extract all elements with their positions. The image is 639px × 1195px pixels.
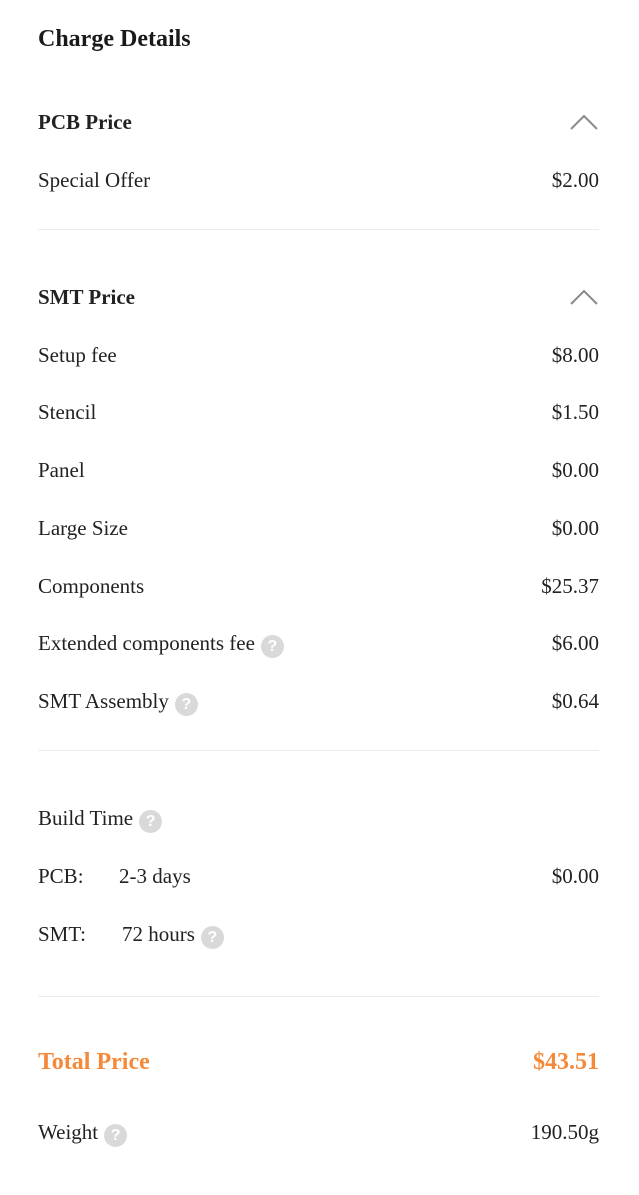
weight-label: Weight: [38, 1120, 99, 1144]
special-offer-label: Special Offer: [38, 168, 151, 192]
panel-value: $0.00: [551, 458, 599, 482]
smt-price-section-header[interactable]: SMT Price: [38, 282, 599, 312]
smt-assembly-value: $0.64: [551, 689, 599, 713]
pcb-build-time-value: 2-3 days: [119, 864, 191, 888]
panel-label: Panel: [38, 458, 85, 482]
stencil-row: Stencil $1.50: [38, 397, 599, 427]
smt-build-label: SMT:: [38, 922, 86, 946]
weight-row: Weight ? 190.50g: [38, 1117, 599, 1147]
chevron-up-icon[interactable]: [569, 288, 599, 306]
pcb-build-price: $0.00: [551, 864, 599, 888]
components-row: Components $25.37: [38, 571, 599, 601]
pcb-price-section-header[interactable]: PCB Price: [38, 107, 599, 137]
extended-components-fee-row: Extended components fee ? $6.00: [38, 628, 599, 658]
help-icon[interactable]: ?: [200, 925, 224, 949]
pcb-special-offer-row: Special Offer $2.00: [38, 165, 599, 195]
smt-build-time-row: SMT: 72 hours ?: [38, 919, 599, 949]
total-price-row: Total Price $43.51: [38, 1047, 599, 1077]
stencil-value: $1.50: [551, 400, 599, 424]
special-offer-value: $2.00: [551, 168, 599, 192]
pcb-price-heading: PCB Price: [38, 110, 132, 134]
setup-fee-row: Setup fee $8.00: [38, 340, 599, 370]
pcb-build-time-row: PCB: 2-3 days $0.00: [38, 861, 599, 891]
large-size-value: $0.00: [551, 516, 599, 540]
help-icon[interactable]: ?: [104, 1123, 128, 1147]
page-title: Charge Details: [38, 26, 191, 52]
setup-fee-label: Setup fee: [38, 343, 117, 367]
divider: [38, 996, 599, 997]
extended-components-fee-value: $6.00: [551, 631, 599, 655]
extended-components-fee-label: Extended components fee: [38, 631, 255, 655]
large-size-label: Large Size: [38, 516, 128, 540]
help-icon[interactable]: ?: [260, 634, 284, 658]
components-label: Components: [38, 574, 145, 598]
build-time-row: Build Time ?: [38, 803, 599, 833]
total-price-value: $43.51: [533, 1049, 599, 1075]
help-icon[interactable]: ?: [174, 692, 198, 716]
divider: [38, 750, 599, 751]
help-icon[interactable]: ?: [139, 809, 163, 833]
smt-assembly-row: SMT Assembly ? $0.64: [38, 686, 599, 716]
setup-fee-value: $8.00: [551, 343, 599, 367]
smt-price-heading: SMT Price: [38, 285, 136, 309]
stencil-label: Stencil: [38, 400, 97, 424]
panel-row: Panel $0.00: [38, 455, 599, 485]
weight-value: 190.50g: [530, 1120, 599, 1144]
components-value: $25.37: [541, 574, 599, 598]
chevron-up-icon[interactable]: [569, 113, 599, 131]
smt-assembly-label: SMT Assembly: [38, 689, 169, 713]
large-size-row: Large Size $0.00: [38, 513, 599, 543]
smt-build-time-value: 72 hours: [122, 922, 195, 946]
divider: [38, 229, 599, 230]
build-time-label: Build Time: [38, 806, 134, 830]
pcb-build-label: PCB:: [38, 864, 84, 888]
total-price-label: Total Price: [38, 1049, 150, 1075]
